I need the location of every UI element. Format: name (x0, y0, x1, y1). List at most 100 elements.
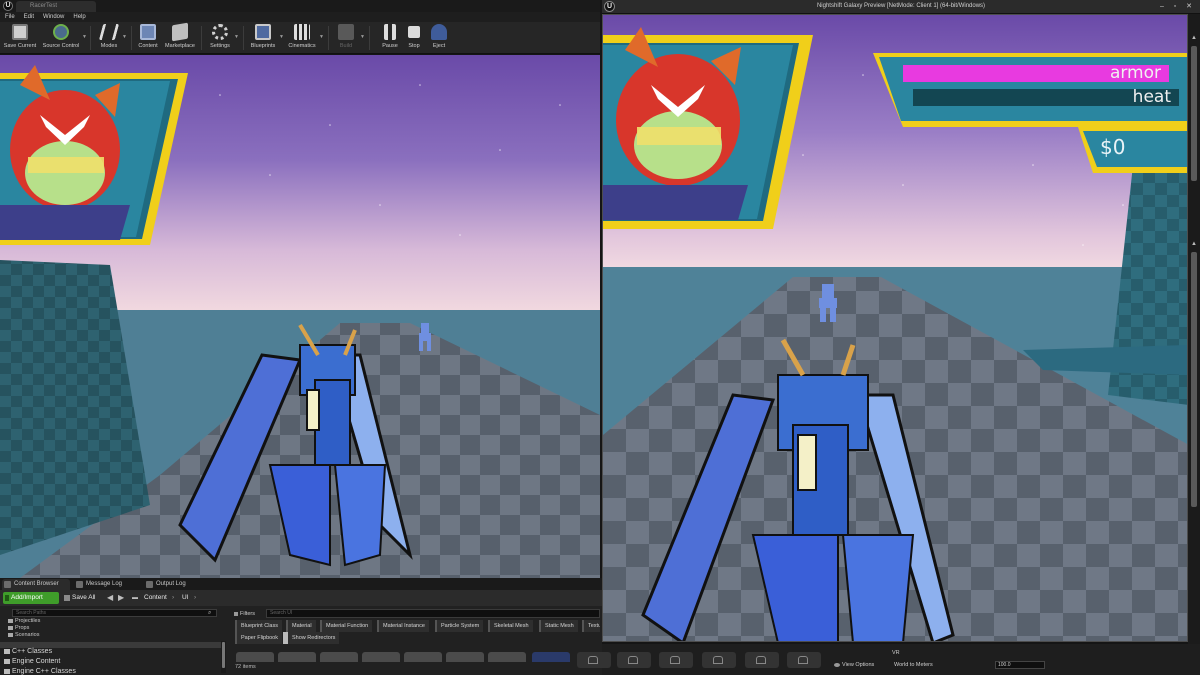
category-engine-content[interactable]: Engine Content (4, 658, 60, 665)
show-redirectors-toggle[interactable]: Show Redirectors (283, 632, 340, 644)
cinematics-dropdown-icon[interactable]: ▼ (319, 34, 324, 40)
tab-content-browser[interactable]: Content Browser (2, 579, 70, 590)
blueprints-dropdown-icon[interactable]: ▼ (279, 34, 284, 40)
source-control-icon (53, 24, 69, 40)
save-icon (12, 24, 28, 40)
scroll-up-icon[interactable]: ▲ (1190, 240, 1198, 248)
source-control-button[interactable]: Source Control (40, 24, 82, 52)
scrollbar-thumb[interactable] (222, 642, 225, 668)
cinematics-button[interactable]: Cinematics (286, 24, 318, 52)
tab-label: Message Log (86, 581, 123, 587)
content-browser-thumbnails-strip: View Options VR World to Meters 100.0 (577, 644, 1200, 675)
filter-blueprint-class[interactable]: Blueprint Class (235, 620, 282, 632)
source-control-dropdown-icon[interactable]: ▼ (82, 34, 87, 40)
build-button[interactable]: Build (334, 24, 358, 52)
filter-texture[interactable]: Textu (582, 620, 600, 632)
asset-search-input[interactable]: Search UI (266, 609, 600, 618)
asset-thumbnail[interactable] (745, 652, 779, 668)
asset-thumbnail[interactable] (404, 652, 442, 662)
build-icon (338, 24, 354, 40)
asset-thumbnail[interactable] (320, 652, 358, 662)
asset-thumbnail[interactable] (446, 652, 484, 662)
filters-button[interactable]: Filters (234, 609, 255, 619)
minimize-icon[interactable]: – (1157, 2, 1167, 11)
tree-item-projectiles[interactable]: Projectiles (8, 618, 40, 624)
search-icon[interactable]: ⌕ (208, 609, 217, 617)
settings-icon (212, 24, 228, 40)
armor-bar: armor (903, 65, 1169, 82)
toolbar-separator (328, 26, 329, 50)
asset-thumbnail[interactable] (236, 652, 274, 662)
menu-window[interactable]: Window (43, 14, 64, 20)
folder-icon (4, 648, 10, 654)
tab-output-log[interactable]: Output Log (144, 579, 196, 590)
settings-button[interactable]: Settings (206, 24, 234, 52)
settings-label: Settings (210, 43, 230, 49)
filter-static-mesh[interactable]: Static Mesh (539, 620, 578, 632)
filter-material[interactable]: Material (286, 620, 316, 632)
marketplace-button[interactable]: Marketplace (163, 22, 197, 52)
content-button[interactable]: Content (136, 24, 160, 52)
blueprints-button[interactable]: Blueprints (248, 24, 278, 52)
menu-help[interactable]: Help (73, 14, 85, 20)
tree-item-props[interactable]: Props (8, 625, 29, 631)
view-options-button[interactable]: View Options (834, 662, 874, 668)
scrollbar-thumb[interactable] (1191, 46, 1197, 181)
modes-label: Modes (100, 43, 118, 49)
filter-material-instance[interactable]: Material Instance (377, 620, 429, 632)
category-engine-cpp-classes[interactable]: Engine C++ Classes (4, 668, 76, 675)
content-label: Content (138, 43, 158, 49)
add-import-button[interactable]: Add/Import (3, 592, 59, 604)
tab-message-log[interactable]: Message Log (74, 579, 132, 590)
game-preview-viewport[interactable] (602, 14, 1188, 642)
back-arrow-icon[interactable]: ◀ (107, 592, 113, 604)
search-paths-input[interactable]: Search Paths (12, 609, 217, 617)
category-label: Engine Content (12, 658, 61, 665)
close-icon[interactable]: ✕ (1184, 2, 1194, 11)
asset-thumbnail[interactable] (362, 652, 400, 662)
tab-label: Content Browser (14, 581, 59, 587)
tree-scrollbar[interactable] (221, 641, 226, 673)
asset-thumbnail[interactable] (702, 652, 736, 668)
menu-edit[interactable]: Edit (24, 14, 34, 20)
preview-scrollbar[interactable]: ▲ ▲ (1188, 14, 1200, 644)
filter-skeletal-mesh[interactable]: Skeletal Mesh (488, 620, 533, 632)
modes-dropdown-icon[interactable]: ▼ (122, 34, 127, 40)
save-current-button[interactable]: Save Current (3, 24, 37, 52)
settings-dropdown-icon[interactable]: ▼ (234, 34, 239, 40)
pause-button[interactable]: Pause (378, 24, 402, 52)
tree-item-scenarios[interactable]: Scenarios (8, 632, 39, 638)
asset-thumbnail[interactable] (532, 652, 570, 662)
modes-button[interactable]: Modes (96, 24, 122, 52)
asset-thumbnail[interactable] (617, 652, 651, 668)
vr-section-label[interactable]: VR (892, 650, 900, 656)
eject-button[interactable]: Eject (427, 24, 451, 52)
forward-arrow-icon[interactable]: ▶ (118, 592, 124, 604)
asset-thumbnail[interactable] (278, 652, 316, 662)
asset-thumbnail[interactable] (659, 652, 693, 668)
maximize-icon[interactable]: ▫ (1170, 2, 1180, 11)
filter-material-function[interactable]: Material Function (320, 620, 373, 632)
asset-thumbnail[interactable] (488, 652, 526, 662)
save-all-button[interactable]: Save All (64, 592, 96, 604)
tree-item-label: Scenarios (15, 632, 40, 638)
build-dropdown-icon[interactable]: ▼ (360, 34, 365, 40)
scrollbar-thumb[interactable] (1191, 252, 1197, 507)
breadcrumb-separator-icon: › (172, 594, 175, 601)
scroll-up-icon[interactable]: ▲ (1190, 34, 1198, 42)
filter-paper-flipbook[interactable]: Paper Flipbook (235, 632, 282, 644)
bottom-tab-bar: Content Browser Message Log Output Log (0, 578, 602, 590)
filter-particle-system[interactable]: Particle System (435, 620, 484, 632)
asset-thumbnail[interactable] (577, 652, 611, 668)
level-viewport[interactable] (0, 55, 600, 578)
level-tab[interactable]: RacerTest (16, 1, 96, 12)
breadcrumb-content[interactable]: Content (144, 592, 167, 604)
asset-thumbnail[interactable] (787, 652, 821, 668)
content-browser-toolbar: Add/Import Save All ◀ ▶ ▬ Content › UI › (0, 590, 602, 606)
world-to-meters-input[interactable]: 100.0 (995, 661, 1045, 669)
blueprints-icon (255, 24, 271, 40)
breadcrumb-ui[interactable]: UI (182, 592, 189, 604)
stop-button[interactable]: Stop (403, 24, 425, 52)
category-cpp-classes[interactable]: C++ Classes (4, 648, 52, 655)
menu-file[interactable]: File (5, 14, 15, 20)
